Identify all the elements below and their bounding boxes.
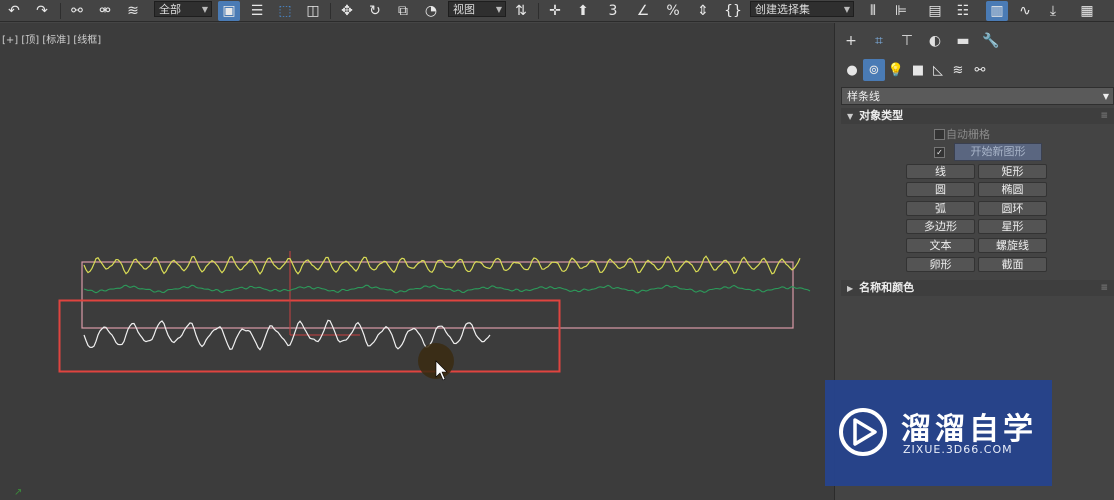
modify-tab-icon[interactable]: ⌗ <box>867 29 891 53</box>
bind-spacewarp-icon[interactable]: ≋ <box>122 1 144 21</box>
snaps-toggle-icon[interactable]: 3 <box>602 1 624 21</box>
ellipse-button[interactable]: 椭圆 <box>978 182 1047 197</box>
donut-button[interactable]: 圆环 <box>978 201 1047 216</box>
percent-snap-icon[interactable]: % <box>662 1 684 21</box>
watermark-url: ZIXUE.3D66.COM <box>903 443 1013 456</box>
named-selection-dropdown[interactable]: 创建选择集 ▼ <box>750 1 854 17</box>
watermark-overlay: 溜溜自学 ZIXUE.3D66.COM <box>825 380 1052 486</box>
helpers-icon[interactable]: ◺ <box>927 59 949 81</box>
move-icon[interactable]: ✥ <box>336 1 358 21</box>
top-viewport[interactable]: [+] [顶] [标准] [线框] ↗ <box>0 23 834 500</box>
main-toolbar: ↶ ↷ ⚯ ⚮ ≋ 全部 ▼ ▣ ☰ ⬚ ◫ ✥ ↻ ⧉ ◔ 视图 ▼ ⇅ ✛ ⬆ … <box>0 0 1114 22</box>
select-object-icon[interactable]: ▣ <box>218 1 240 21</box>
subcategory-dropdown[interactable]: 样条线 ▼ <box>841 87 1114 105</box>
hierarchy-tab-icon[interactable]: ⊤ <box>895 29 919 53</box>
schematic-view-icon[interactable]: ⤓ <box>1042 1 1064 21</box>
systems-icon[interactable]: ⚯ <box>969 59 991 81</box>
spinner-snap-icon[interactable]: ⇕ <box>692 1 714 21</box>
star-button[interactable]: 星形 <box>978 219 1047 234</box>
unlink-icon[interactable]: ⚮ <box>94 1 116 21</box>
circle-button[interactable]: 圆 <box>906 182 975 197</box>
curve-editor-icon[interactable]: ∿ <box>1014 1 1036 21</box>
start-new-shape-checkbox[interactable]: ✓ <box>934 147 945 158</box>
selection-filter-dropdown[interactable]: 全部 ▼ <box>154 1 212 17</box>
edit-named-selection-icon[interactable]: {} <box>722 1 744 21</box>
scale-icon[interactable]: ⧉ <box>392 1 414 21</box>
named-selection-value: 创建选择集 <box>755 3 810 16</box>
mirror-icon[interactable]: ⫴ <box>862 1 884 21</box>
object-type-rollout-header[interactable]: ▼ 对象类型 ≡ <box>841 108 1114 124</box>
yellow-spline[interactable] <box>83 255 801 275</box>
align-icon[interactable]: ⊫ <box>890 1 912 21</box>
reference-coord-value: 视图 <box>453 3 475 16</box>
ngon-button[interactable]: 多边形 <box>906 219 975 234</box>
motion-tab-icon[interactable]: ◐ <box>923 29 947 53</box>
link-icon[interactable]: ⚯ <box>66 1 88 21</box>
start-new-shape-button[interactable]: 开始新图形 <box>954 143 1042 161</box>
window-crossing-icon[interactable]: ◫ <box>302 1 324 21</box>
rectangular-selection-icon[interactable]: ⬚ <box>274 1 296 21</box>
helix-button[interactable]: 螺旋线 <box>978 238 1047 253</box>
selection-bounding-box <box>81 261 794 329</box>
layer-explorer-icon[interactable]: ☷ <box>952 1 974 21</box>
green-spline[interactable] <box>83 284 811 294</box>
watermark-title: 溜溜自学 <box>901 412 1037 447</box>
autogrid-checkbox[interactable] <box>934 129 945 140</box>
ribbon-icon[interactable]: ▥ <box>986 1 1008 21</box>
angle-snap-icon[interactable]: ∠ <box>632 1 654 21</box>
axis-tripod-icon: ↗ <box>14 487 22 498</box>
rollout-expanded-icon: ▼ <box>847 112 854 121</box>
autogrid-label: 自动栅格 <box>946 128 990 141</box>
material-editor-icon[interactable]: ▦ <box>1076 1 1098 21</box>
rotate-icon[interactable]: ↻ <box>364 1 386 21</box>
utilities-tab-icon[interactable]: 🔧 <box>979 29 1003 53</box>
name-color-title: 名称和颜色 <box>859 281 915 294</box>
spacewarps-icon[interactable]: ≋ <box>947 59 969 81</box>
display-tab-icon[interactable]: ▬ <box>951 29 975 53</box>
create-tab-icon[interactable]: + <box>839 29 863 53</box>
select-by-name-icon[interactable]: ☰ <box>246 1 268 21</box>
lights-icon[interactable]: 💡 <box>885 59 907 81</box>
rollout-collapsed-icon: ▶ <box>847 284 854 293</box>
redo-icon[interactable]: ↷ <box>32 1 52 21</box>
watermark-logo-icon <box>839 408 887 456</box>
viewport-canvas: ↗ <box>14 251 811 498</box>
keyboard-shortcut-icon[interactable]: ⬆ <box>572 1 594 21</box>
subcategory-value: 样条线 <box>847 90 880 103</box>
line-button[interactable]: 线 <box>906 164 975 179</box>
placement-icon[interactable]: ◔ <box>420 1 442 21</box>
select-manipulate-icon[interactable]: ✛ <box>544 1 566 21</box>
geometry-icon[interactable]: ● <box>841 59 863 81</box>
arc-button[interactable]: 弧 <box>906 201 975 216</box>
egg-button[interactable]: 卵形 <box>906 257 975 272</box>
reference-coord-dropdown[interactable]: 视图 ▼ <box>448 1 506 17</box>
rectangle-button[interactable]: 矩形 <box>978 164 1047 179</box>
name-color-rollout-header[interactable]: ▶ 名称和颜色 ≡ <box>841 280 1114 296</box>
cameras-icon[interactable]: ■ <box>907 59 929 81</box>
undo-icon[interactable]: ↶ <box>4 1 24 21</box>
selection-filter-value: 全部 <box>159 3 181 16</box>
scene-explorer-icon[interactable]: ▤ <box>924 1 946 21</box>
text-button[interactable]: 文本 <box>906 238 975 253</box>
shapes-icon[interactable]: ⊚ <box>863 59 885 81</box>
object-type-title: 对象类型 <box>859 109 904 122</box>
pivot-center-icon[interactable]: ⇅ <box>510 1 532 21</box>
section-button[interactable]: 截面 <box>978 257 1047 272</box>
highlight-rectangle <box>58 299 561 373</box>
